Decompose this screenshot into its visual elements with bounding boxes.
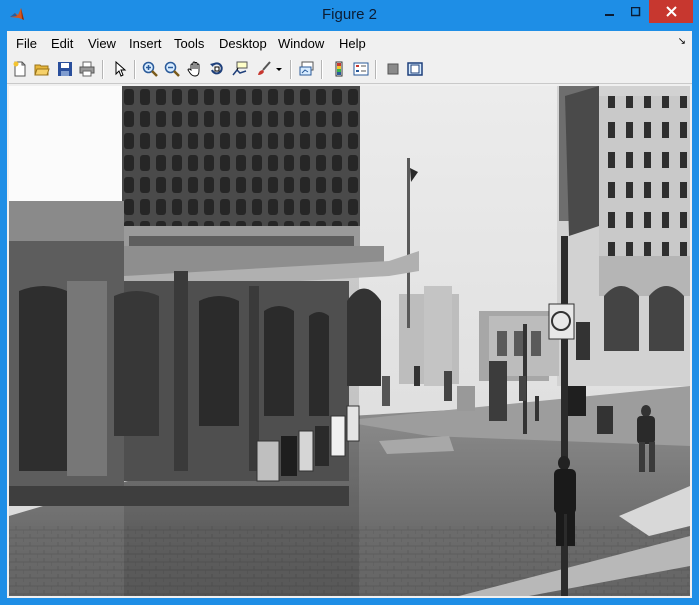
toolbar-separator: [375, 60, 377, 79]
toolbar-separator: [134, 60, 136, 79]
pan-button[interactable]: [185, 59, 205, 79]
show-plot-tools-button[interactable]: [405, 59, 425, 79]
insert-legend-button[interactable]: [351, 59, 371, 79]
grayscale-photo: [9, 86, 690, 596]
zoom-in-button[interactable]: [140, 59, 160, 79]
close-button[interactable]: [649, 0, 693, 23]
hide-plot-tools-button[interactable]: [383, 59, 403, 79]
save-icon: [58, 62, 72, 76]
printer-icon: [79, 61, 95, 77]
folder-open-icon: [34, 64, 50, 76]
toolbar-separator: [290, 60, 292, 79]
figure-window: Figure 2 File Edit View Insert Tools Des…: [0, 0, 699, 605]
menu-edit[interactable]: Edit: [51, 36, 73, 51]
figure-client-area: File Edit View Insert Tools Desktop Wind…: [7, 31, 692, 598]
maximize-button[interactable]: [623, 0, 649, 24]
open-file-button[interactable]: [32, 59, 52, 79]
minimize-icon: [604, 14, 614, 16]
rotate-3d-button[interactable]: [207, 59, 227, 79]
menu-help[interactable]: Help: [339, 36, 366, 51]
data-cursor-icon: [232, 61, 248, 76]
zoom-out-button[interactable]: [162, 59, 182, 79]
brush-icon: [258, 61, 271, 75]
minimize-button[interactable]: [596, 0, 623, 24]
print-figure-button[interactable]: [77, 59, 97, 79]
new-figure-button[interactable]: [10, 59, 30, 79]
hand-pan-icon: [187, 61, 200, 77]
zoom-out-icon: [164, 61, 180, 77]
link-plot-button[interactable]: [297, 59, 317, 79]
close-icon: [665, 6, 677, 17]
menu-file[interactable]: File: [16, 36, 37, 51]
rotate-3d-icon: [210, 62, 223, 75]
new-file-icon: [13, 61, 26, 77]
title-bar[interactable]: Figure 2: [0, 0, 699, 31]
dropdown-arrow-icon: [276, 68, 282, 71]
hide-plot-tools-icon: [387, 63, 399, 75]
arrow-pointer-icon: [115, 61, 127, 77]
menu-window[interactable]: Window: [278, 36, 324, 51]
brush-button[interactable]: [254, 59, 274, 79]
menu-desktop[interactable]: Desktop: [219, 36, 267, 51]
data-cursor-button[interactable]: [230, 59, 250, 79]
dock-arrow-icon[interactable]: ↘: [678, 36, 686, 47]
toolbar-separator: [102, 60, 104, 79]
legend-icon: [353, 62, 369, 76]
zoom-in-icon: [142, 61, 158, 77]
window-title: Figure 2: [321, 6, 378, 23]
edit-plot-button[interactable]: [110, 59, 130, 79]
menu-insert[interactable]: Insert: [129, 36, 162, 51]
menu-tools[interactable]: Tools: [174, 36, 204, 51]
brush-menu-button[interactable]: [274, 59, 284, 79]
menu-view[interactable]: View: [88, 36, 116, 51]
link-plot-icon: [299, 61, 314, 76]
menu-bar: File Edit View Insert Tools Desktop Wind…: [7, 31, 692, 55]
toolbar-separator: [321, 60, 323, 79]
show-plot-tools-icon: [407, 62, 423, 76]
maximize-icon: [631, 7, 641, 17]
insert-colorbar-button[interactable]: [329, 59, 349, 79]
figure-toolbar: [7, 56, 692, 84]
figure-canvas[interactable]: [9, 86, 690, 596]
save-figure-button[interactable]: [55, 59, 75, 79]
colorbar-icon: [335, 61, 343, 77]
